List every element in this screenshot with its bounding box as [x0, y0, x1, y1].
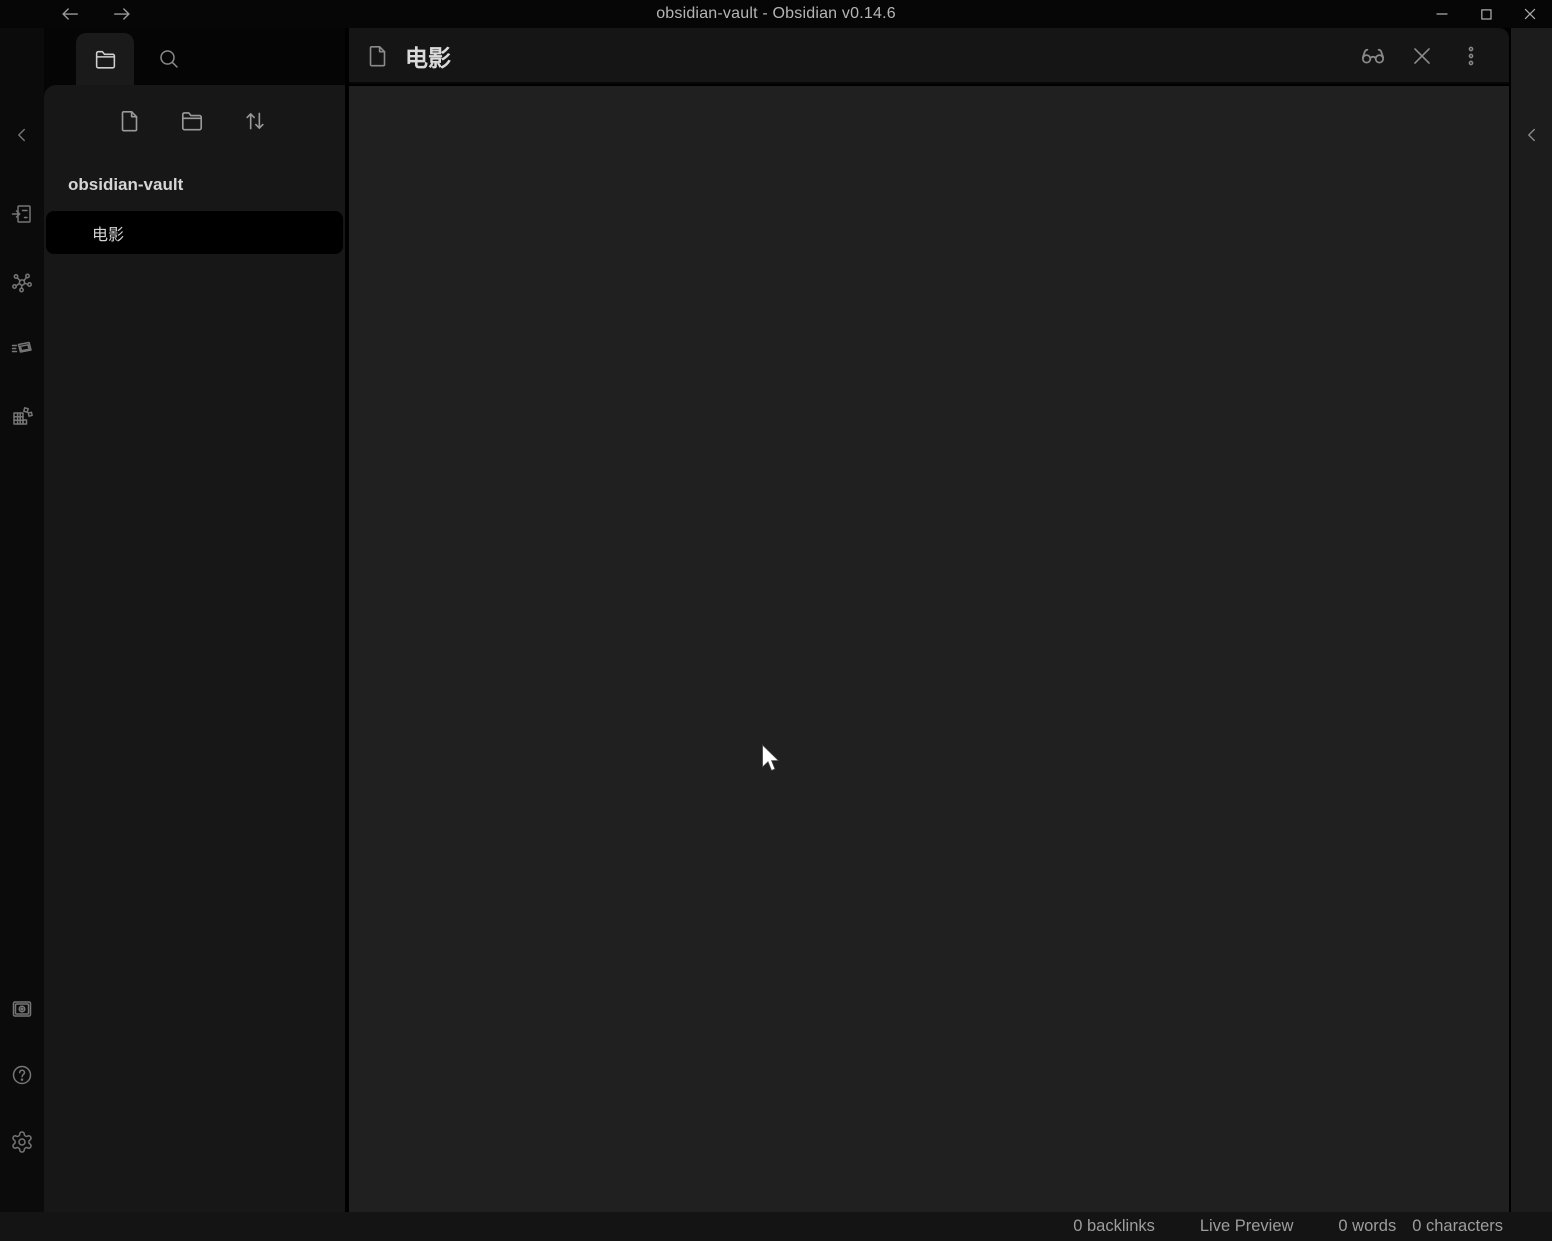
close-icon	[1520, 4, 1540, 24]
search-icon	[157, 47, 181, 71]
chevron-left-icon	[11, 124, 33, 146]
new-folder-icon	[179, 108, 205, 134]
new-folder-button[interactable]	[172, 101, 212, 141]
word-count: 0 words	[1338, 1217, 1396, 1236]
reading-mode-button[interactable]	[1357, 40, 1389, 72]
command-palette-button[interactable]	[4, 331, 40, 367]
left-ribbon	[0, 28, 44, 1212]
character-count: 0 characters	[1412, 1217, 1503, 1236]
glasses-icon	[1359, 42, 1387, 70]
editor-mode-status[interactable]: Live Preview	[1200, 1217, 1294, 1236]
document-icon	[365, 43, 391, 69]
file-item-label: 电影	[92, 221, 124, 245]
pane-title: 电影	[405, 39, 451, 73]
go-to-file-icon	[10, 202, 34, 226]
window-title: obsidian-vault - Obsidian v0.14.6	[0, 0, 1552, 28]
maximize-button[interactable]	[1464, 0, 1508, 28]
explorer-actions	[44, 101, 345, 141]
quick-switcher-button[interactable]	[4, 196, 40, 232]
tab-search[interactable]	[147, 37, 191, 81]
help-button[interactable]	[4, 1057, 40, 1093]
x-icon	[1409, 43, 1435, 69]
left-sidebar: obsidian-vault 电影	[44, 28, 345, 1212]
main-pane: 电影	[349, 28, 1509, 1212]
graph-icon	[10, 270, 34, 294]
graph-view-button[interactable]	[4, 264, 40, 300]
maximize-icon	[1476, 4, 1496, 24]
folder-icon	[93, 47, 118, 72]
pane-header: 电影	[349, 28, 1509, 84]
chevron-left-icon	[1521, 124, 1543, 146]
vault-safe-icon	[10, 997, 34, 1021]
sort-order-button[interactable]	[235, 101, 275, 141]
status-bar: 0 backlinks Live Preview 0 words 0 chara…	[0, 1212, 1552, 1241]
expand-right-sidebar-button[interactable]	[1514, 117, 1549, 152]
more-options-button[interactable]	[1455, 40, 1487, 72]
minimize-button[interactable]	[1420, 0, 1464, 28]
new-document-icon	[117, 108, 143, 134]
backlinks-count[interactable]: 0 backlinks	[1073, 1217, 1155, 1236]
tab-file-explorer[interactable]	[76, 33, 134, 85]
switch-vault-button[interactable]	[4, 991, 40, 1027]
file-explorer-panel: obsidian-vault 电影	[44, 85, 345, 1212]
vertical-dots-icon	[1459, 44, 1483, 68]
question-circle-icon	[10, 1063, 34, 1087]
pressed-key-icon	[10, 337, 34, 361]
collapse-left-sidebar-button[interactable]	[4, 117, 40, 153]
gear-icon	[10, 1130, 34, 1154]
editor-area[interactable]	[349, 86, 1509, 1212]
close-pane-button[interactable]	[1406, 40, 1438, 72]
close-window-button[interactable]	[1508, 0, 1552, 28]
grid-blocks-icon	[10, 404, 34, 428]
minimize-icon	[1432, 4, 1452, 24]
new-note-button[interactable]	[110, 101, 150, 141]
vault-title[interactable]: obsidian-vault	[68, 175, 183, 195]
titlebar: obsidian-vault - Obsidian v0.14.6	[0, 0, 1552, 28]
sidebar-tab-strip	[44, 28, 345, 85]
random-note-button[interactable]	[4, 398, 40, 434]
right-sidebar-strip	[1511, 28, 1552, 1212]
up-down-arrows-icon	[242, 108, 268, 134]
file-item-selected[interactable]: 电影	[46, 211, 343, 254]
settings-button[interactable]	[4, 1124, 40, 1160]
